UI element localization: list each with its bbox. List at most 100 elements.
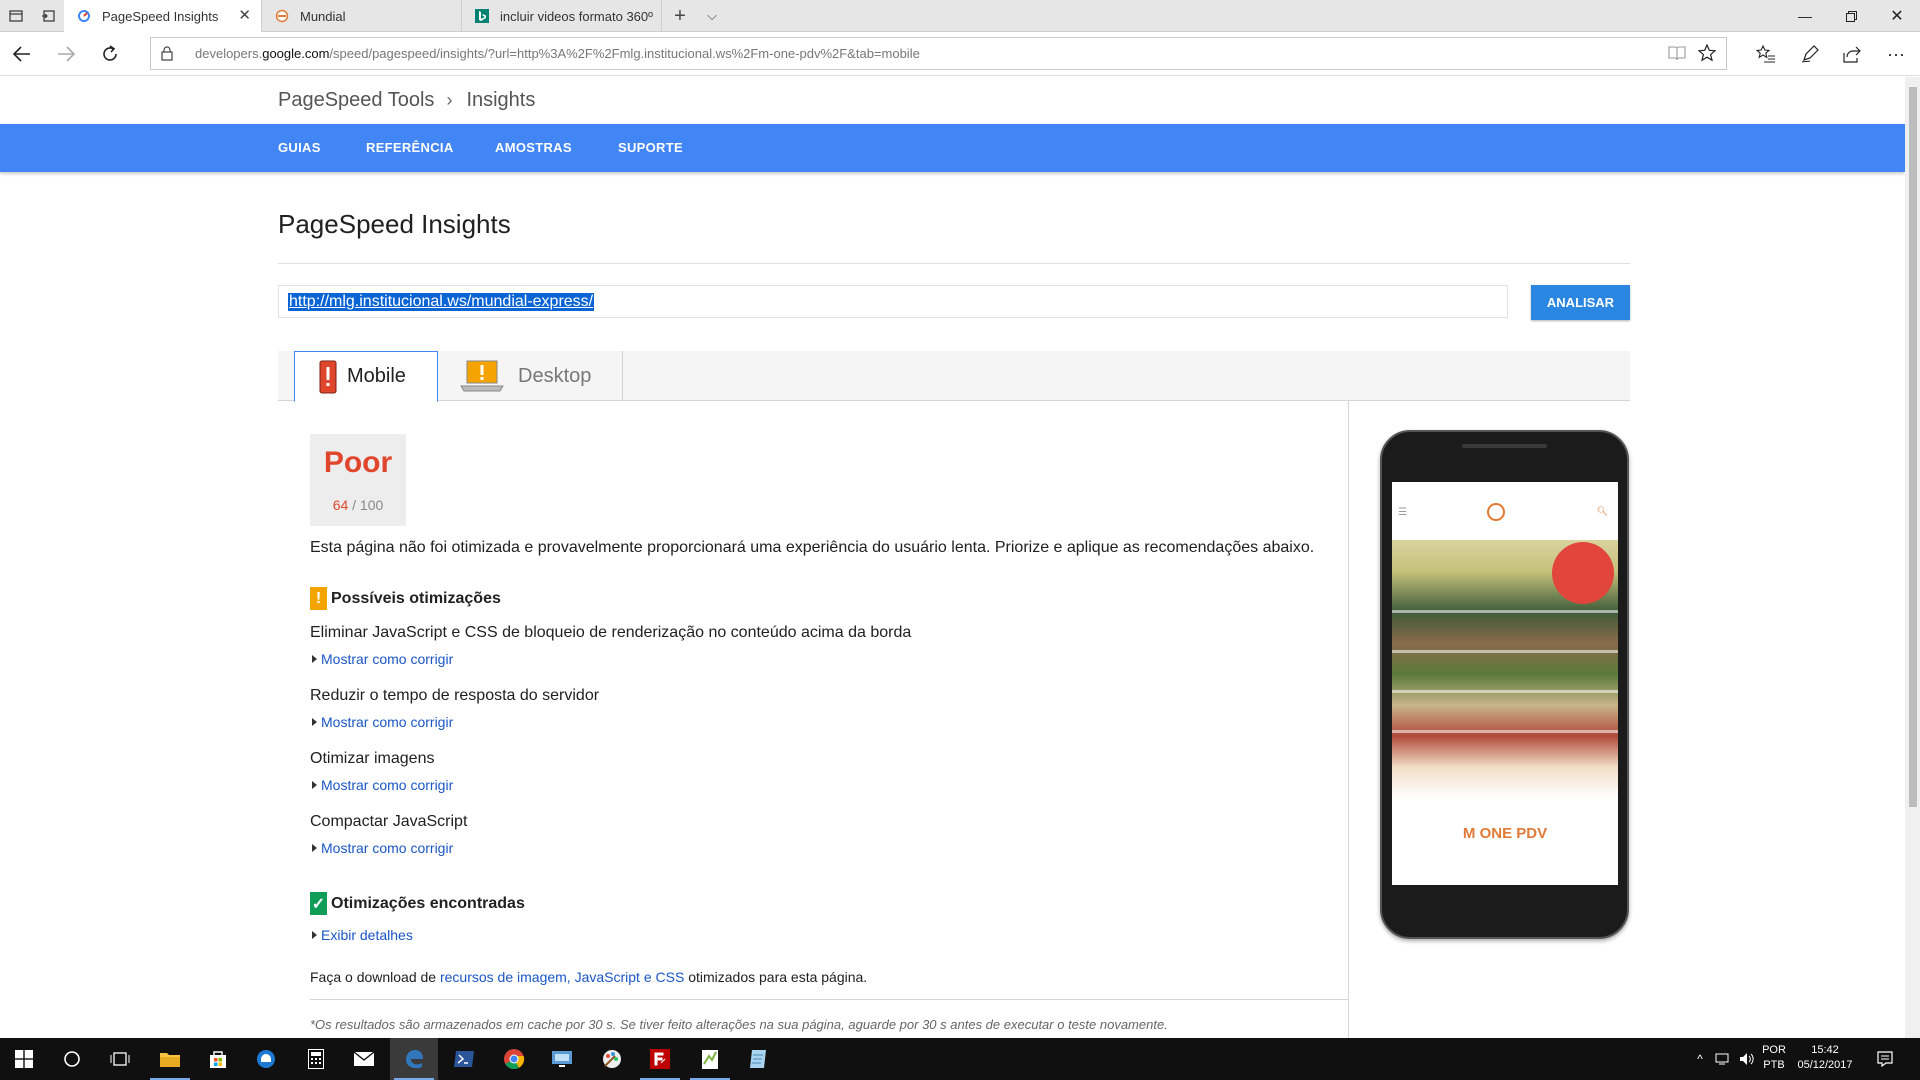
download-resources-link[interactable]: recursos de imagem, JavaScript e CSS xyxy=(440,969,684,985)
analyze-url-input[interactable]: http://mlg.institucional.ws/mundial-expr… xyxy=(278,285,1508,318)
action-center-icon[interactable] xyxy=(1870,1038,1900,1080)
remote-desktop-icon[interactable] xyxy=(538,1038,586,1080)
pagespeed-favicon-icon xyxy=(76,8,92,24)
desktop-warning-icon xyxy=(460,360,504,392)
forward-icon[interactable] xyxy=(50,38,82,70)
reading-view-icon[interactable] xyxy=(1668,45,1686,66)
mobile-preview-phone: ☰ 🔍︎ M ONE PDV xyxy=(1380,430,1629,939)
phone-speaker xyxy=(1462,444,1547,448)
shelf-line xyxy=(1392,650,1618,653)
close-tab-icon[interactable]: ✕ xyxy=(238,8,251,24)
optimization-item: Eliminar JavaScript e CSS de bloqueio de… xyxy=(310,624,912,641)
close-window-icon[interactable]: ✕ xyxy=(1874,0,1920,32)
check-icon: ✓ xyxy=(310,892,327,915)
mail-icon[interactable] xyxy=(340,1038,388,1080)
url-field[interactable]: developers.google.com/speed/pagespeed/in… xyxy=(150,37,1727,70)
hub-favorites-icon[interactable] xyxy=(1748,38,1784,70)
show-details-link[interactable]: Exibir detalhes xyxy=(310,927,413,943)
cortana-search-icon[interactable] xyxy=(48,1038,96,1080)
supermarket-photo xyxy=(1392,540,1618,798)
summary-text: Esta página não foi otimizada e provavel… xyxy=(310,539,1315,556)
url-text: developers.google.com/speed/pagespeed/in… xyxy=(195,46,920,61)
powershell-icon[interactable] xyxy=(440,1038,488,1080)
browser-tab-bar: PageSpeed Insights ✕ Mundial incluir vid… xyxy=(0,0,1920,32)
breadcrumb-current: Insights xyxy=(466,89,536,111)
results-divider xyxy=(1348,401,1349,1038)
network-icon[interactable] xyxy=(1712,1038,1734,1080)
clock-time: 15:42 xyxy=(1811,1044,1839,1056)
restore-icon[interactable] xyxy=(1828,0,1874,32)
analyze-url-value: http://mlg.institucional.ws/mundial-expr… xyxy=(288,293,595,311)
show-fix-link[interactable]: Mostrar como corrigir xyxy=(310,714,453,730)
found-optimizations-heading: ✓ Otimizações encontradas xyxy=(310,892,525,915)
windows-taskbar: ^ POR PTB 15:42 05/12/2017 xyxy=(0,1038,1920,1080)
calculator-icon[interactable] xyxy=(292,1038,340,1080)
tabs-aside-icon[interactable] xyxy=(32,0,64,32)
tab-title: incluir videos formato 360º xyxy=(500,8,653,24)
phone-screen: ☰ 🔍︎ M ONE PDV xyxy=(1392,482,1618,885)
score-label: Poor xyxy=(323,446,393,479)
paint-app-icon[interactable] xyxy=(588,1038,636,1080)
show-fix-link[interactable]: Mostrar como corrigir xyxy=(310,651,453,667)
notepad-icon[interactable] xyxy=(734,1038,782,1080)
tab-mobile-label: Mobile xyxy=(347,365,406,387)
tab-list-chevron-icon[interactable]: ⌵ xyxy=(696,0,728,32)
breadcrumb-parent[interactable]: PageSpeed Tools xyxy=(278,89,434,112)
more-options-icon[interactable]: ··· xyxy=(1878,38,1914,70)
notepad-plus-icon[interactable] xyxy=(686,1038,734,1080)
task-view-icon[interactable] xyxy=(96,1038,144,1080)
scrollbar-thumb[interactable] xyxy=(1909,87,1917,807)
shelf-line xyxy=(1392,730,1618,733)
cache-note: *Os resultados são armazenados em cache … xyxy=(310,1017,1168,1032)
expand-triangle-icon xyxy=(312,718,317,726)
tab-desktop[interactable]: Desktop xyxy=(438,351,623,401)
nav-suporte[interactable]: SUPORTE xyxy=(618,140,683,155)
possible-optimizations-heading: ! Possíveis otimizações xyxy=(310,587,501,610)
address-bar: developers.google.com/speed/pagespeed/in… xyxy=(0,32,1920,76)
hamburger-menu-icon: ☰ xyxy=(1398,507,1407,518)
optimization-item: Otimizar imagens xyxy=(310,750,435,767)
analyze-button[interactable]: ANALISAR xyxy=(1531,285,1630,320)
nav-amostras[interactable]: AMOSTRAS xyxy=(495,140,572,155)
search-icon: 🔍︎ xyxy=(1596,506,1608,516)
tab-bing[interactable]: incluir videos formato 360º xyxy=(462,0,662,32)
edge-browser-icon[interactable] xyxy=(390,1038,438,1080)
preview-caption: M ONE PDV xyxy=(1462,825,1548,842)
skype-app-icon[interactable] xyxy=(242,1038,290,1080)
nav-referencia[interactable]: REFERÊNCIA xyxy=(366,140,454,155)
language-code: POR xyxy=(1762,1044,1786,1056)
expand-triangle-icon xyxy=(312,844,317,852)
tab-mobile[interactable]: Mobile xyxy=(294,351,438,402)
new-tab-icon[interactable]: + xyxy=(664,0,696,32)
share-icon[interactable] xyxy=(1834,38,1870,70)
input-language[interactable]: POR PTB xyxy=(1760,1043,1788,1073)
filezilla-icon[interactable] xyxy=(636,1038,684,1080)
show-fix-link[interactable]: Mostrar como corrigir xyxy=(310,840,453,856)
show-hidden-icons-icon[interactable]: ^ xyxy=(1690,1038,1710,1080)
tab-mundial[interactable]: Mundial xyxy=(262,0,462,32)
set-aside-tabs-icon[interactable] xyxy=(0,0,32,32)
back-icon[interactable] xyxy=(6,38,38,70)
store-icon[interactable] xyxy=(194,1038,242,1080)
score-value: 64 / 100 xyxy=(332,497,384,513)
score-box: Poor 64 / 100 xyxy=(310,434,406,526)
warning-icon: ! xyxy=(310,587,327,610)
refresh-icon[interactable] xyxy=(94,38,126,70)
mundial-logo-icon xyxy=(1487,503,1505,521)
system-clock[interactable]: 15:42 05/12/2017 xyxy=(1790,1043,1860,1073)
device-tabs: Mobile Desktop xyxy=(278,351,1630,402)
minimize-icon[interactable]: — xyxy=(1782,0,1828,32)
shelf-line xyxy=(1392,610,1618,613)
tab-pagespeed[interactable]: PageSpeed Insights ✕ xyxy=(64,0,262,32)
show-fix-link[interactable]: Mostrar como corrigir xyxy=(310,777,453,793)
nav-guias[interactable]: GUIAS xyxy=(278,140,321,155)
chrome-icon[interactable] xyxy=(490,1038,538,1080)
mobile-warning-icon xyxy=(319,360,337,394)
mundial-favicon-icon xyxy=(274,8,290,24)
page-scrollbar[interactable] xyxy=(1905,77,1920,1038)
windows-start-icon[interactable] xyxy=(0,1038,48,1080)
favorite-star-icon[interactable] xyxy=(1697,43,1717,67)
web-note-pen-icon[interactable] xyxy=(1792,38,1828,70)
file-explorer-icon[interactable] xyxy=(146,1038,194,1080)
volume-icon[interactable] xyxy=(1736,1038,1758,1080)
